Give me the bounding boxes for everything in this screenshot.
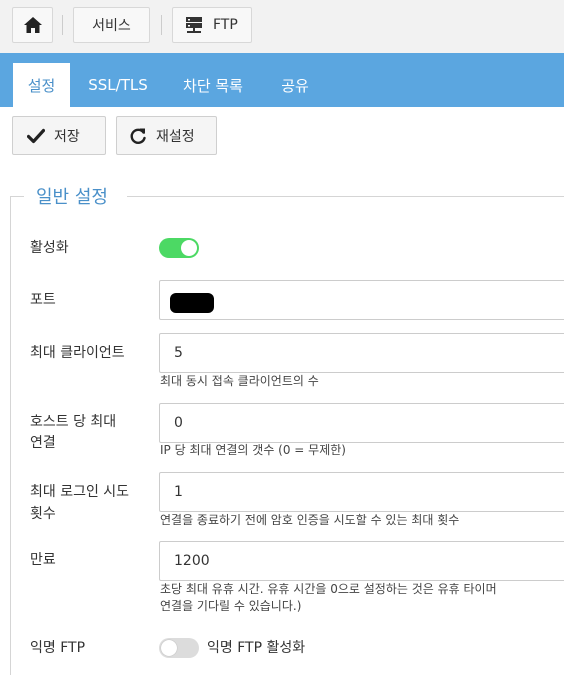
tab-bar: 설정 SSL/TLS 차단 목록 공유: [0, 53, 564, 107]
breadcrumb-separator: [161, 15, 162, 35]
save-button[interactable]: 저장: [12, 116, 106, 155]
max-clients-label: 최대 클라이언트: [30, 345, 125, 361]
breadcrumb: 서비스 FTP: [0, 0, 564, 53]
breadcrumb-ftp[interactable]: FTP: [172, 7, 252, 43]
timeout-input[interactable]: 1200: [159, 541, 564, 581]
timeout-label: 만료: [30, 552, 56, 568]
home-button[interactable]: [12, 7, 53, 43]
enable-toggle[interactable]: [159, 238, 199, 258]
save-button-label: 저장: [54, 128, 80, 145]
tab-blocklist[interactable]: 차단 목록: [170, 63, 256, 107]
toggle-knob: [181, 240, 197, 256]
anonymous-ftp-toggle-label[interactable]: 익명 FTP 활성화: [207, 637, 305, 659]
max-login-label-line2: 횟수: [30, 506, 56, 522]
port-input[interactable]: [159, 280, 564, 320]
enable-label: 활성화: [30, 240, 69, 256]
redaction-block: [170, 293, 214, 313]
reset-button-label: 재설정: [156, 128, 195, 145]
home-icon: [23, 16, 43, 34]
breadcrumb-services-label: 서비스: [92, 18, 131, 34]
max-clients-input[interactable]: 5: [159, 333, 564, 373]
breadcrumb-separator: [62, 15, 63, 35]
breadcrumb-ftp-label: FTP: [213, 17, 238, 33]
server-icon: [185, 16, 203, 34]
port-label: 포트: [30, 292, 56, 308]
tab-ssl-tls-label: SSL/TLS: [88, 76, 148, 94]
reset-button[interactable]: 재설정: [116, 116, 217, 155]
tab-shares[interactable]: 공유: [268, 63, 322, 107]
timeout-help-line1: 초당 최대 유휴 시간. 유휴 시간을 0으로 설정하는 것은 유휴 타이머: [160, 582, 497, 596]
timeout-help-line2: 연결을 기다릴 수 있습니다.): [160, 599, 302, 613]
tab-ssl-tls[interactable]: SSL/TLS: [78, 63, 158, 107]
anonymous-ftp-toggle[interactable]: [159, 638, 199, 658]
breadcrumb-services[interactable]: 서비스: [73, 7, 150, 43]
toggle-knob: [161, 640, 177, 656]
max-login-help: 연결을 종료하기 전에 암호 인증을 시도할 수 있는 최대 횟수: [160, 513, 460, 527]
max-per-host-label-line1: 호스트 당 최대: [30, 414, 117, 430]
max-clients-help: 최대 동시 접속 클라이언트의 수: [160, 374, 319, 388]
max-per-host-help: IP 당 최대 연결의 갯수 (0 = 무제한): [160, 443, 346, 457]
checkmark-icon: [27, 128, 45, 144]
max-per-host-label-line2: 연결: [30, 435, 56, 451]
refresh-icon: [129, 127, 147, 145]
section-legend: 일반 설정: [36, 187, 108, 208]
tab-shares-label: 공유: [281, 76, 309, 95]
tab-settings[interactable]: 설정: [13, 63, 70, 107]
anonymous-ftp-label: 익명 FTP: [30, 640, 86, 656]
max-login-input[interactable]: 1: [159, 472, 564, 512]
max-login-label-line1: 최대 로그인 시도: [30, 484, 130, 500]
fieldset-border: [10, 196, 24, 197]
fieldset-border: [10, 196, 11, 675]
tab-settings-label: 설정: [27, 76, 56, 95]
max-per-host-input[interactable]: 0: [159, 403, 564, 443]
fieldset-border: [127, 196, 564, 197]
tab-blocklist-label: 차단 목록: [183, 76, 243, 95]
